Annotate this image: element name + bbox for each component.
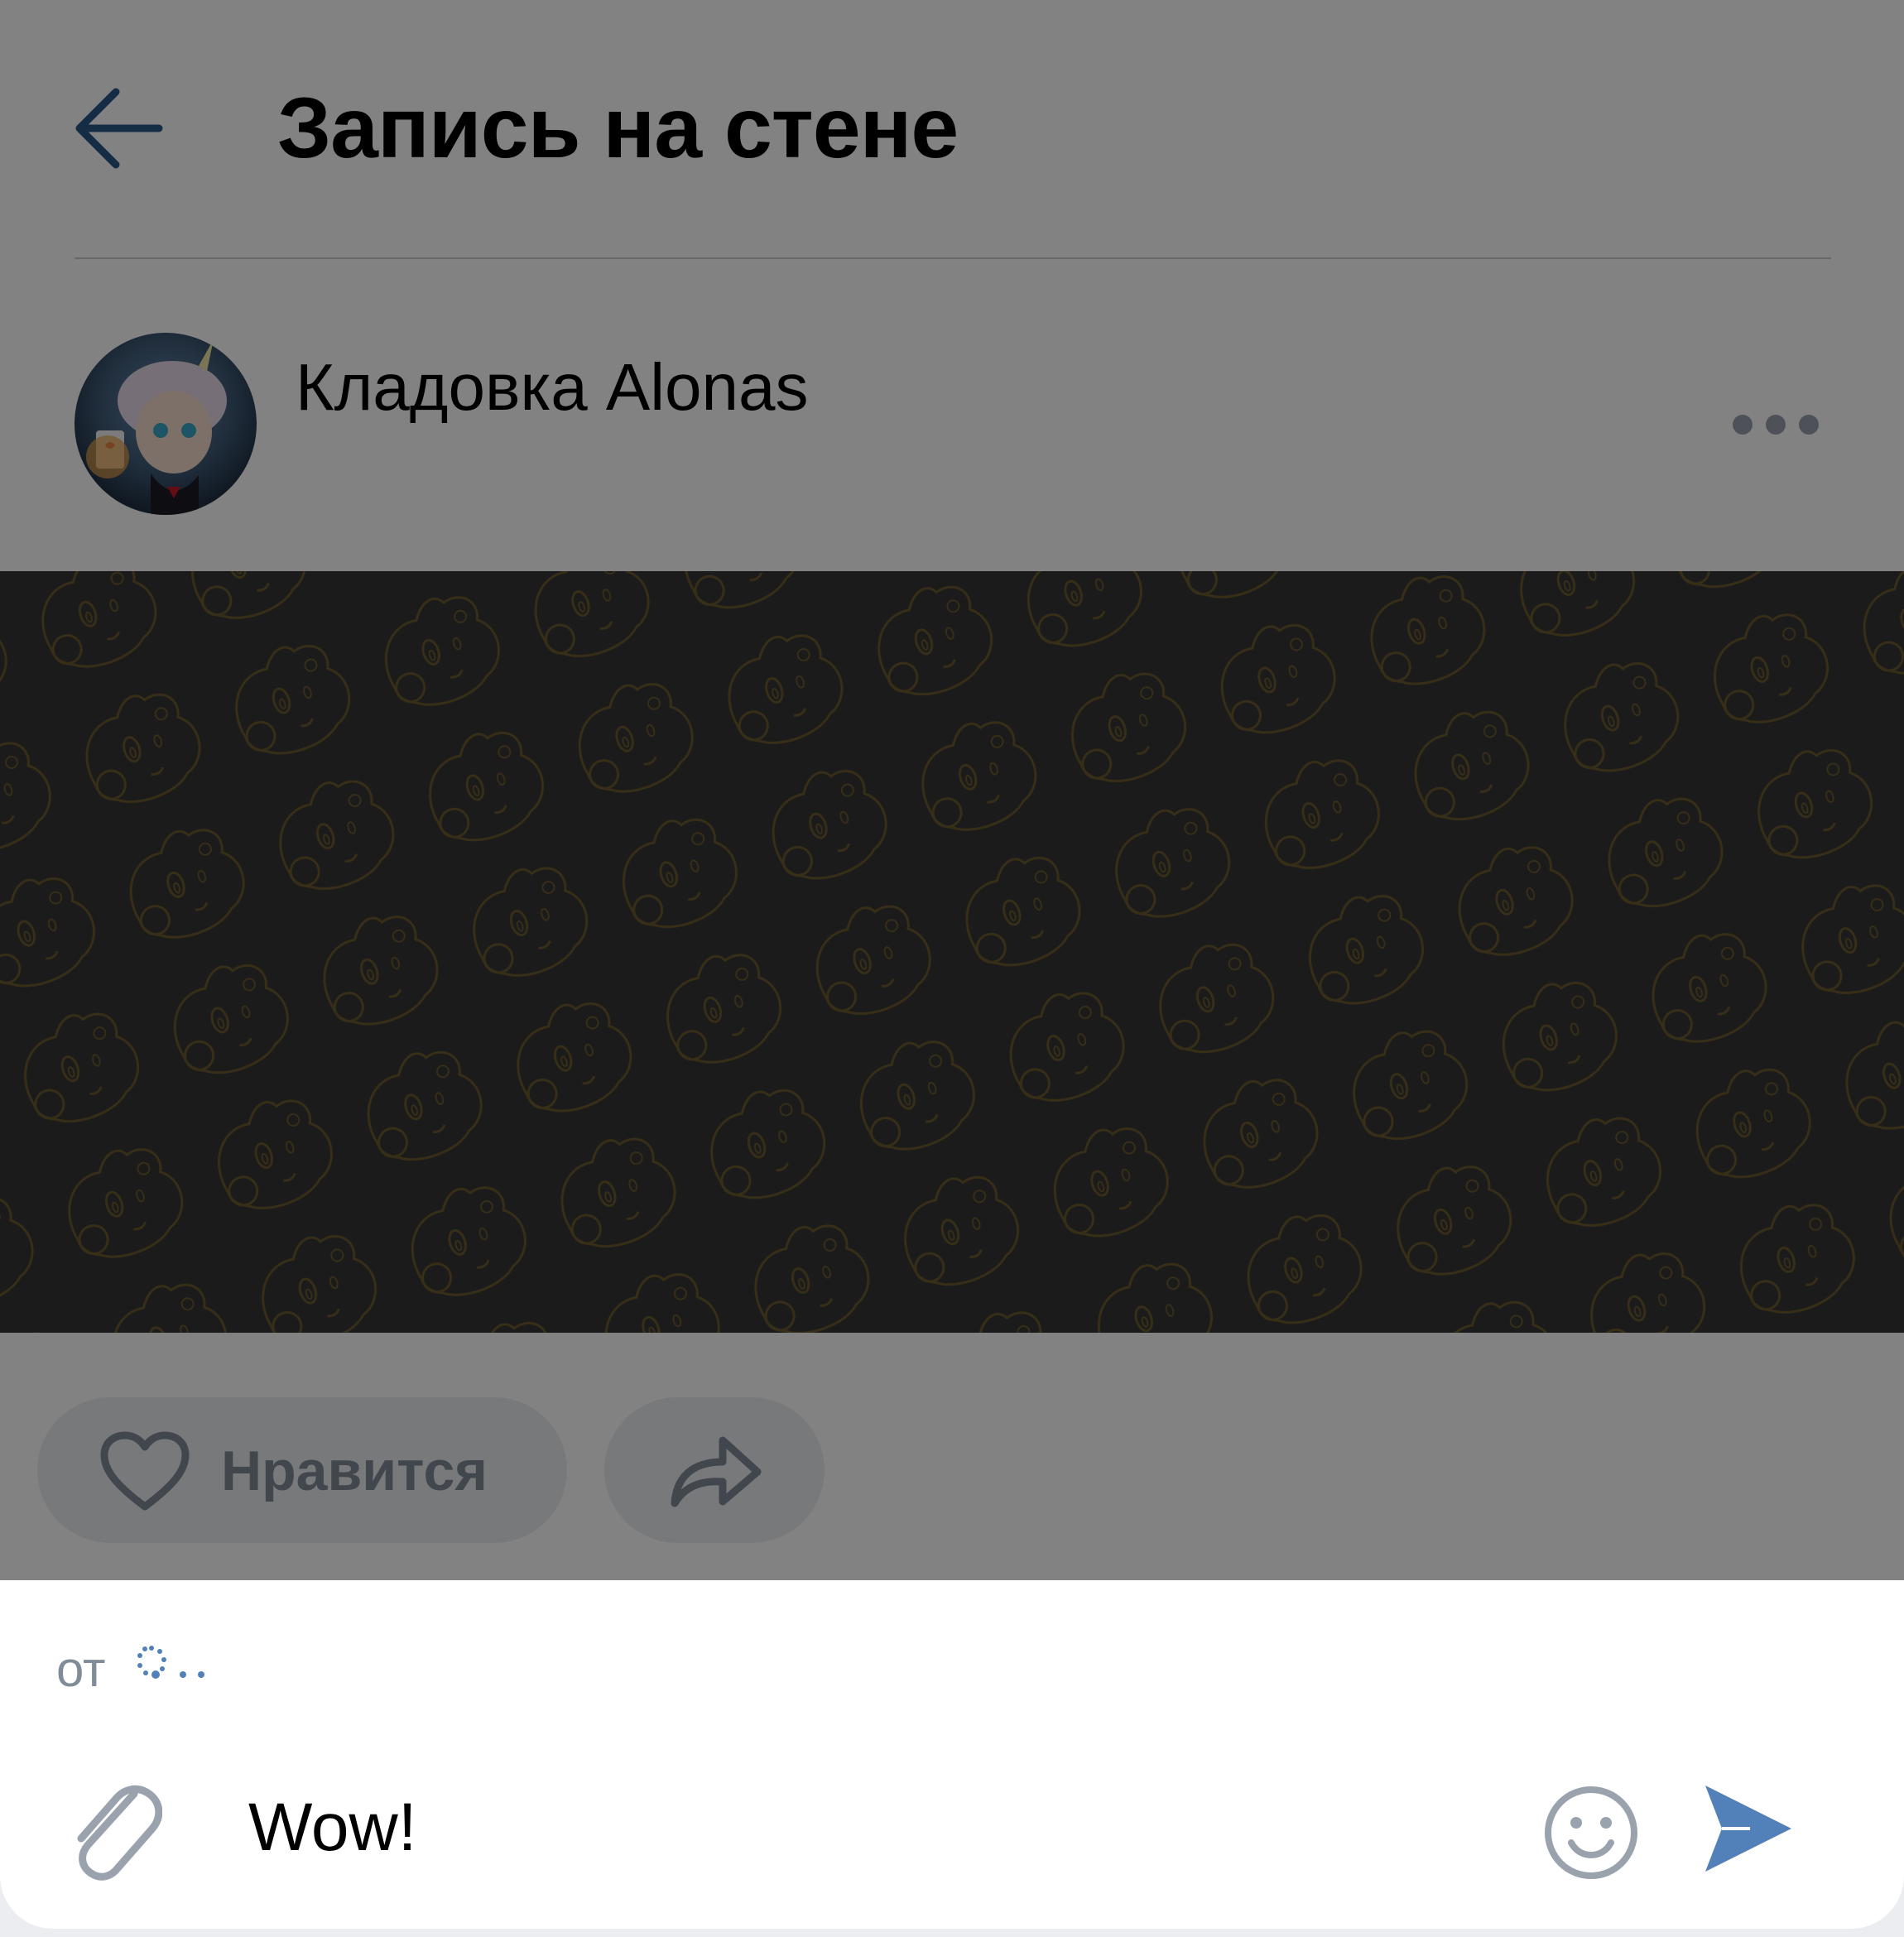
emoji-button[interactable] [1541, 1783, 1641, 1882]
from-label: от [56, 1641, 106, 1697]
comment-composer: от [0, 1580, 1904, 1929]
paperclip-icon [77, 1785, 163, 1881]
modal-overlay[interactable] [0, 0, 1904, 1581]
spinner-icon [135, 1643, 204, 1701]
send-button[interactable] [1700, 1781, 1796, 1877]
smile-icon [1545, 1786, 1637, 1879]
send-icon [1705, 1786, 1791, 1872]
attach-button[interactable] [63, 1769, 163, 1885]
comment-input[interactable] [248, 1782, 1490, 1873]
